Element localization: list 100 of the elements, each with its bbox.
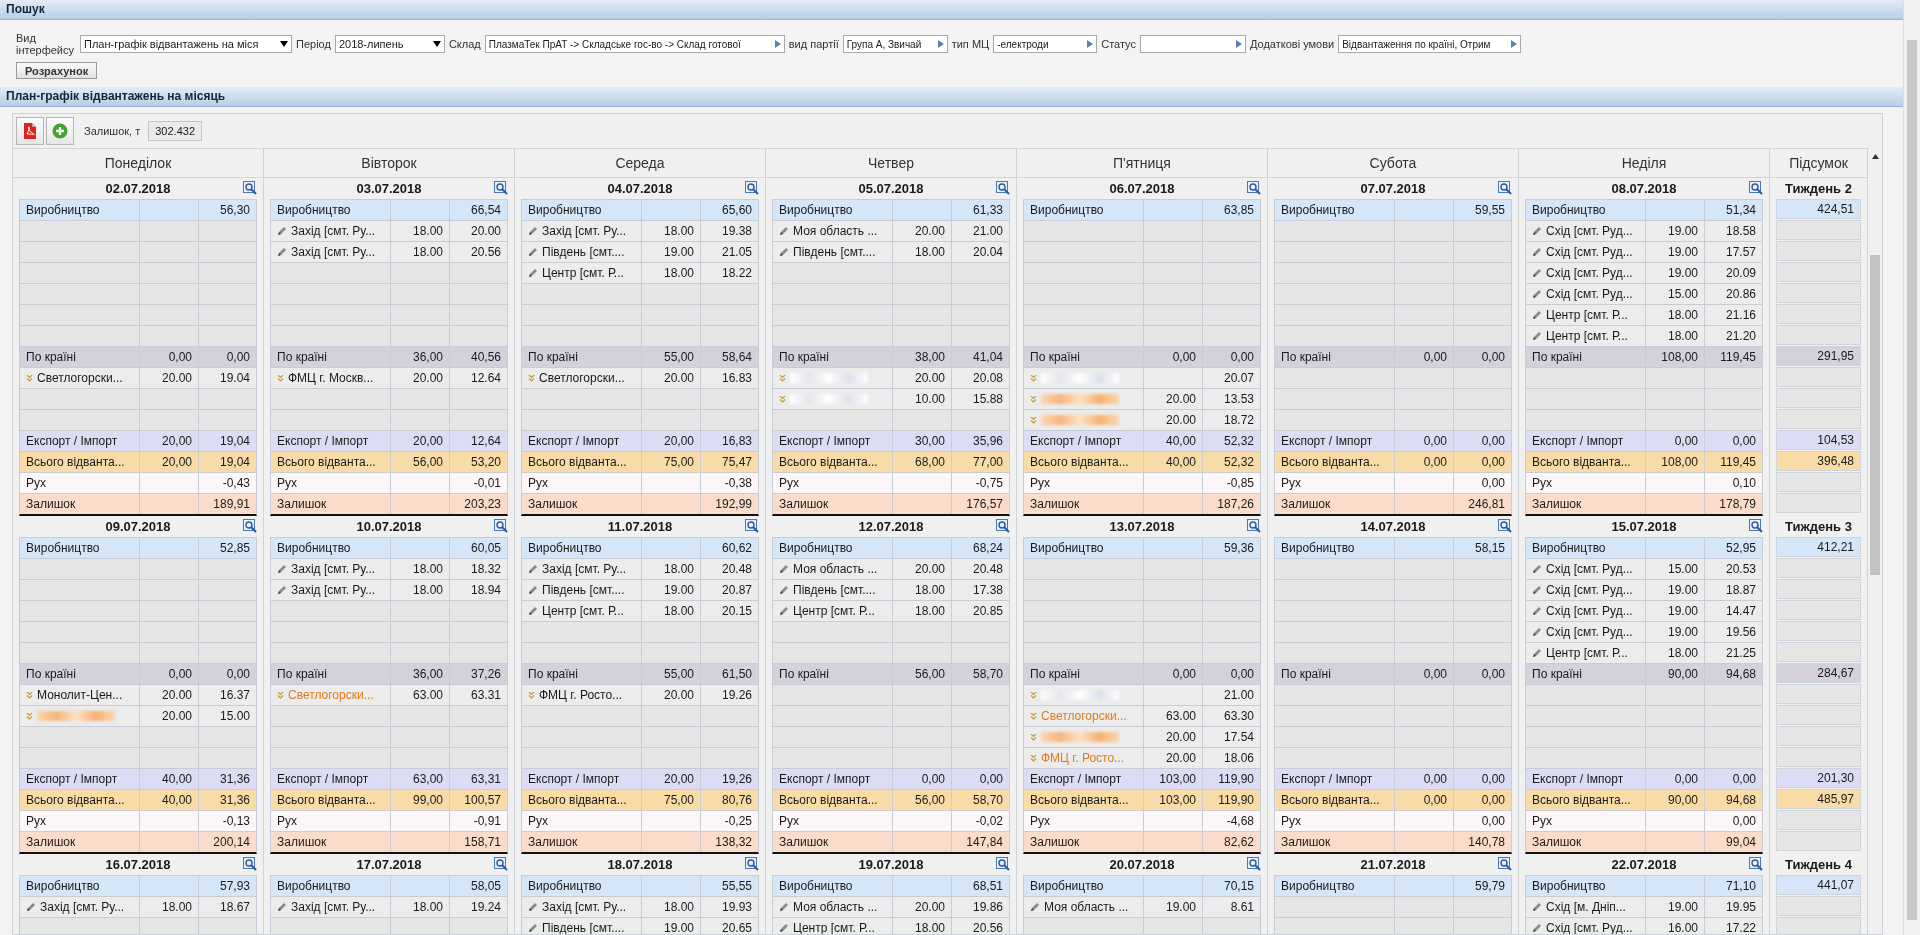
- magnifier-icon[interactable]: [494, 519, 508, 533]
- pencil-icon[interactable]: [1532, 585, 1542, 595]
- pencil-icon[interactable]: [779, 585, 789, 595]
- pencil-icon[interactable]: [528, 564, 538, 574]
- lookup-field[interactable]: ПлазмаТек ПрАТ -> Складське гос-во -> Склад готової: [484, 35, 785, 53]
- table-cell: [1144, 811, 1202, 831]
- pencil-icon[interactable]: [1532, 247, 1542, 257]
- magnifier-icon[interactable]: [996, 519, 1010, 533]
- pencil-icon[interactable]: [1532, 627, 1542, 637]
- pencil-icon[interactable]: [1532, 268, 1542, 278]
- pencil-icon[interactable]: [779, 247, 789, 257]
- table-cell: 58,64: [701, 347, 758, 367]
- pencil-icon[interactable]: [528, 268, 538, 278]
- column-header: П'ятниця: [1017, 149, 1268, 177]
- page-scrollbar[interactable]: [1903, 0, 1920, 935]
- up-arrow-icon[interactable]: [1871, 154, 1879, 159]
- add-button[interactable]: [46, 117, 74, 145]
- pencil-icon[interactable]: [779, 902, 789, 912]
- table-cell: 20.00: [893, 559, 951, 579]
- magnifier-icon[interactable]: [745, 181, 759, 195]
- magnifier-icon[interactable]: [1749, 857, 1763, 871]
- table-cell: [140, 410, 198, 430]
- magnifier-icon[interactable]: [996, 181, 1010, 195]
- table-cell: 0,00: [140, 664, 198, 684]
- magnifier-icon[interactable]: [1498, 857, 1512, 871]
- dropdown[interactable]: План-графік відвантажень на міся: [80, 35, 292, 53]
- table-cell: [450, 643, 507, 663]
- pencil-icon[interactable]: [528, 923, 538, 933]
- shipment-name: Центр [смт. Р...: [1546, 329, 1628, 343]
- pencil-icon[interactable]: [1532, 226, 1542, 236]
- table-cell: 396,48: [1776, 451, 1861, 471]
- date-label: 22.07.2018: [1611, 857, 1677, 872]
- table-cell: 17.54: [1203, 727, 1260, 747]
- lookup-field[interactable]: Група А, Звичай: [842, 35, 948, 53]
- table-cell: [1395, 897, 1453, 917]
- pencil-icon[interactable]: [1532, 923, 1542, 933]
- table-cell: [642, 389, 700, 409]
- pencil-icon[interactable]: [779, 606, 789, 616]
- pencil-icon[interactable]: [1532, 902, 1542, 912]
- lookup-field[interactable]: [1139, 35, 1246, 53]
- magnifier-icon[interactable]: [996, 857, 1010, 871]
- magnifier-icon[interactable]: [745, 519, 759, 533]
- table-cell: 19.95: [1705, 897, 1762, 917]
- consignee-name: Светлогорски...: [539, 371, 625, 385]
- magnifier-icon[interactable]: [494, 181, 508, 195]
- pencil-icon[interactable]: [277, 226, 287, 236]
- pencil-icon[interactable]: [528, 247, 538, 257]
- lookup-field[interactable]: -електроди: [993, 35, 1098, 53]
- pencil-icon[interactable]: [277, 247, 287, 257]
- row-label: Виробництво: [20, 876, 139, 896]
- magnifier-icon[interactable]: [1247, 519, 1261, 533]
- table-cell: 0,00: [1203, 664, 1260, 684]
- magnifier-icon[interactable]: [1247, 857, 1261, 871]
- plus-icon: [52, 123, 68, 139]
- date-label: 13.07.2018: [1109, 519, 1175, 534]
- row-label: Виробництво: [271, 876, 390, 896]
- table-cell: 61,50: [701, 664, 758, 684]
- magnifier-icon[interactable]: [243, 519, 257, 533]
- table-cell: [391, 748, 449, 768]
- pencil-icon[interactable]: [277, 585, 287, 595]
- table-cell: [1395, 643, 1453, 663]
- pdf-button[interactable]: [16, 117, 44, 145]
- pencil-icon[interactable]: [528, 585, 538, 595]
- pencil-icon[interactable]: [1532, 310, 1542, 320]
- magnifier-icon[interactable]: [243, 181, 257, 195]
- dropdown[interactable]: 2018-липень: [334, 35, 445, 53]
- magnifier-icon[interactable]: [1498, 181, 1512, 195]
- table-cell: [199, 410, 256, 430]
- magnifier-icon[interactable]: [243, 857, 257, 871]
- table-cell: [1144, 580, 1202, 600]
- pencil-icon[interactable]: [26, 902, 36, 912]
- pencil-icon[interactable]: [528, 606, 538, 616]
- magnifier-icon[interactable]: [1749, 181, 1763, 195]
- caret-icon: [280, 41, 288, 47]
- magnifier-icon[interactable]: [1749, 519, 1763, 533]
- pencil-icon[interactable]: [1532, 648, 1542, 658]
- table-cell: [1203, 263, 1260, 283]
- magnifier-icon[interactable]: [745, 857, 759, 871]
- shipment-name: Схід [смт. Руд...: [1546, 625, 1633, 639]
- pencil-icon[interactable]: [1532, 331, 1542, 341]
- magnifier-icon[interactable]: [1247, 181, 1261, 195]
- table-cell: [1203, 601, 1260, 621]
- table-cell: [1395, 305, 1453, 325]
- pencil-icon[interactable]: [1532, 606, 1542, 616]
- magnifier-icon[interactable]: [1498, 519, 1512, 533]
- pencil-icon[interactable]: [779, 923, 789, 933]
- pencil-icon[interactable]: [1532, 289, 1542, 299]
- pencil-icon[interactable]: [1030, 902, 1040, 912]
- pencil-icon[interactable]: [779, 226, 789, 236]
- magnifier-icon[interactable]: [494, 857, 508, 871]
- pencil-icon[interactable]: [528, 902, 538, 912]
- pencil-icon[interactable]: [528, 226, 538, 236]
- pencil-icon[interactable]: [779, 564, 789, 574]
- lookup-field[interactable]: Відвантаження по країні, Отрим: [1338, 35, 1522, 53]
- table-cell: [1395, 832, 1453, 852]
- pencil-icon[interactable]: [277, 564, 287, 574]
- pencil-icon[interactable]: [277, 902, 287, 912]
- pencil-icon[interactable]: [1532, 564, 1542, 574]
- calculate-button[interactable]: Розрахунок: [16, 62, 98, 79]
- row-label: Залишок: [773, 494, 892, 514]
